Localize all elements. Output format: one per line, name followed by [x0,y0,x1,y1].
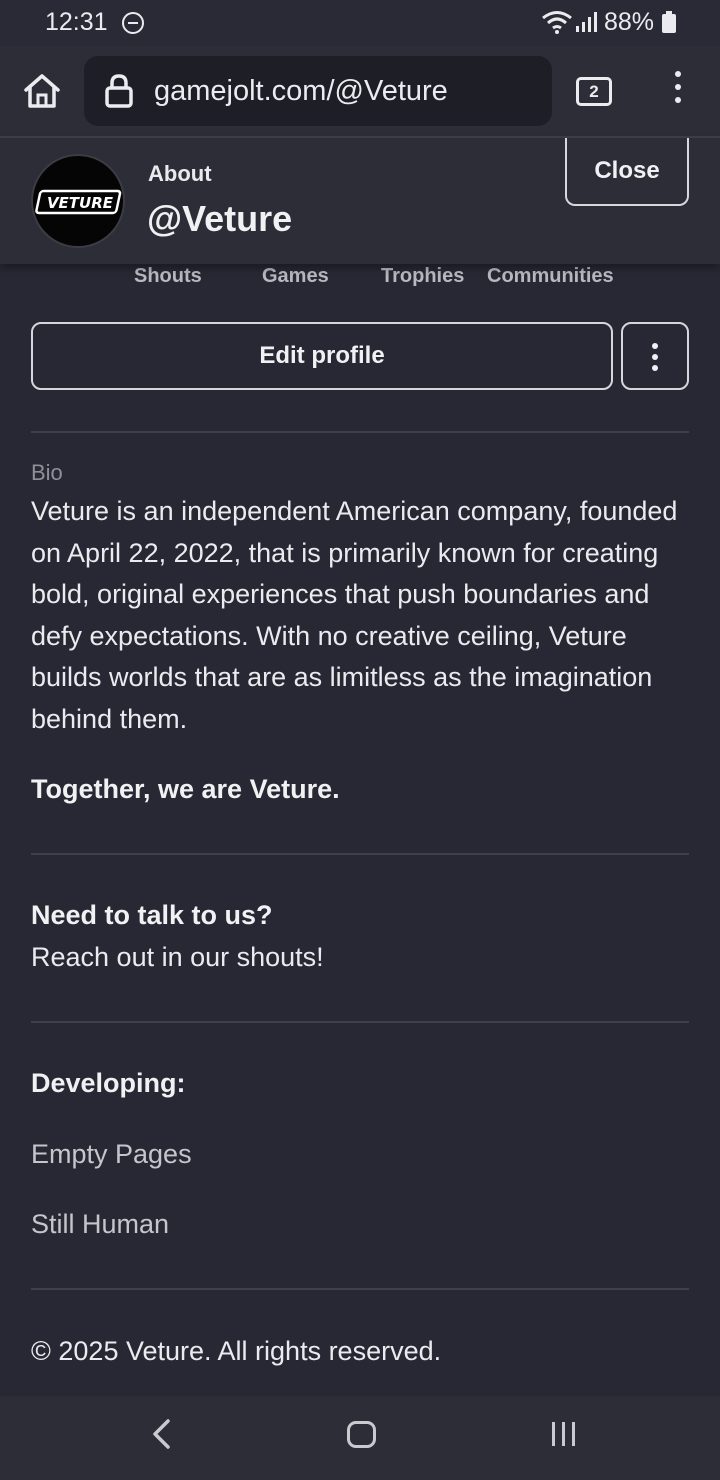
address-bar[interactable]: gamejolt.com/@Veture [84,56,552,126]
do-not-disturb-icon [122,12,144,34]
browser-menu-icon[interactable] [663,71,693,111]
tab-shouts[interactable]: Shouts [134,265,202,288]
home-nav-icon[interactable] [347,1421,376,1448]
home-icon[interactable] [22,72,62,110]
browser-toolbar: gamejolt.com/@Veture 2 [0,46,720,138]
developing-item[interactable]: Still Human [31,1209,169,1240]
developing-heading: Developing: [31,1068,186,1098]
back-icon[interactable] [148,1418,174,1450]
profile-handle: @Veture [147,198,293,239]
screen: 12:31 88% gamejolt.com/@Veture 2 VETURE … [0,0,720,1480]
developing-item[interactable]: Empty Pages [31,1139,192,1170]
wifi-icon [542,11,572,34]
about-label: About [148,161,212,186]
system-nav-bar [0,1396,720,1480]
battery-icon [662,11,676,33]
contact-text: Reach out in our shouts! [31,942,324,972]
contact-heading: Need to talk to us? [31,900,273,930]
avatar[interactable]: VETURE [31,154,125,248]
tab-communities[interactable]: Communities [487,265,614,288]
divider [31,1288,689,1290]
tab-games[interactable]: Games [262,265,329,288]
url-text: gamejolt.com/@Veture [154,75,448,107]
about-header: VETURE About @Veture Close [0,138,720,264]
status-time: 12:31 [45,8,108,36]
tab-trophies[interactable]: Trophies [381,265,464,288]
veture-logo: VETURE [35,189,122,215]
close-button[interactable]: Close [565,138,689,206]
signal-icon [576,12,597,32]
copyright-text: © 2025 Veture. All rights reserved. [31,1336,442,1366]
bio-tagline: Together, we are Veture. [31,774,340,804]
bio-label: Bio [31,460,63,485]
svg-text:VETURE: VETURE [47,194,114,212]
divider [31,431,689,433]
bio-text: Veture is an independent American compan… [31,496,678,734]
divider [31,853,689,855]
battery-percentage: 88% [604,8,655,36]
status-bar: 12:31 88% [0,0,720,46]
divider [31,1021,689,1023]
tab-switcher-button[interactable]: 2 [576,77,612,106]
lock-icon [105,74,133,108]
more-options-icon[interactable] [621,322,689,390]
recent-apps-icon[interactable] [552,1422,582,1451]
edit-profile-button[interactable]: Edit profile [31,322,613,390]
